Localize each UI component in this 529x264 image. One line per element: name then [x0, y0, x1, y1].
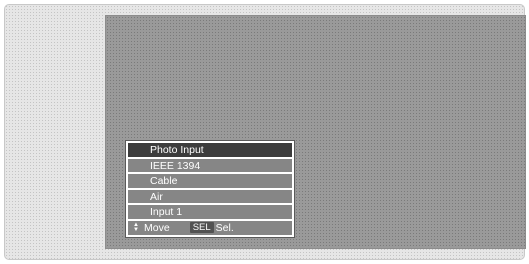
input-select-menu: Photo Input IEEE 1394 Cable Air Input 1 …	[125, 140, 295, 238]
select-hint-label: Sel.	[215, 221, 234, 234]
move-hint-label: Move	[144, 221, 170, 234]
menu-item-ieee-1394[interactable]: IEEE 1394	[128, 158, 292, 173]
menu-help-bar: ▲ ▼ Move SEL Sel.	[128, 220, 292, 235]
menu-item-cable[interactable]: Cable	[128, 174, 292, 188]
tv-display: Photo Input IEEE 1394 Cable Air Input 1 …	[0, 0, 529, 264]
menu-item-input-1[interactable]: Input 1	[128, 205, 292, 219]
menu-item-air[interactable]: Air	[128, 189, 292, 204]
updown-arrow-icon: ▲ ▼	[133, 221, 139, 233]
menu-item-photo-input[interactable]: Photo Input	[128, 143, 292, 157]
sel-key-badge: SEL	[189, 222, 214, 234]
